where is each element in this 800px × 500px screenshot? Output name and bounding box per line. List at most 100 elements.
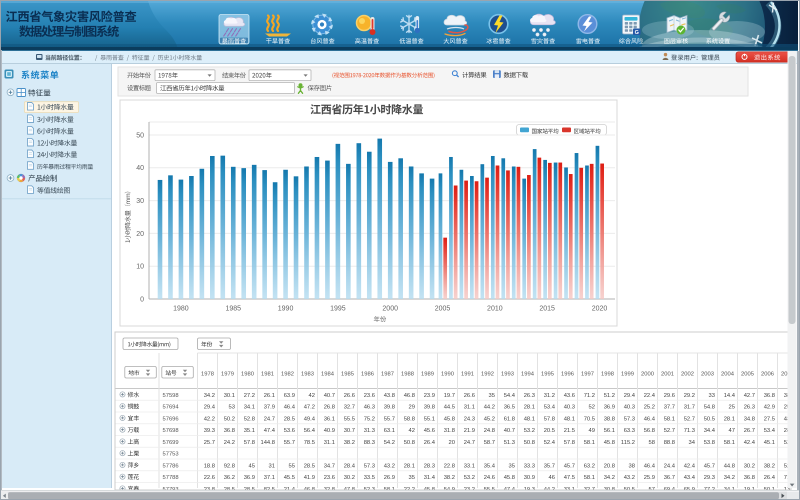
svg-text:24.7: 24.7 xyxy=(464,440,475,446)
svg-text:34.2: 34.2 xyxy=(204,393,215,399)
svg-text:26.1: 26.1 xyxy=(264,393,275,399)
svg-text:1991: 1991 xyxy=(461,372,474,378)
svg-text:29: 29 xyxy=(409,405,415,411)
svg-text:22.8: 22.8 xyxy=(444,463,455,469)
svg-text:46.3: 46.3 xyxy=(364,405,375,411)
svg-text:45: 45 xyxy=(249,463,255,469)
svg-text:36.9: 36.9 xyxy=(604,405,615,411)
svg-text:34.4: 34.4 xyxy=(704,428,716,434)
svg-text:61.8: 61.8 xyxy=(504,416,515,422)
svg-text:24.6: 24.6 xyxy=(484,475,495,481)
svg-text:55.1: 55.1 xyxy=(424,416,435,422)
svg-text:26.8: 26.8 xyxy=(324,405,335,411)
svg-text:26.6: 26.6 xyxy=(344,393,355,399)
svg-text:38.2: 38.2 xyxy=(764,463,775,469)
svg-text:1980: 1980 xyxy=(173,306,189,313)
svg-text:42.4: 42.4 xyxy=(684,463,696,469)
svg-text:45.8: 45.8 xyxy=(604,440,615,446)
svg-text:27.5: 27.5 xyxy=(764,416,775,422)
svg-text:G: G xyxy=(635,30,639,36)
svg-text:36.8: 36.8 xyxy=(764,393,775,399)
svg-text:53.6: 53.6 xyxy=(284,428,295,434)
svg-text:78.5: 78.5 xyxy=(304,440,315,446)
svg-text:45.7: 45.7 xyxy=(704,463,715,469)
svg-text:57698: 57698 xyxy=(163,428,179,434)
svg-text:1984: 1984 xyxy=(321,372,335,378)
svg-text:50.8: 50.8 xyxy=(404,440,415,446)
svg-text:144.8: 144.8 xyxy=(260,440,275,446)
svg-text:35.7: 35.7 xyxy=(544,463,555,469)
svg-text:31.4: 31.4 xyxy=(424,475,436,481)
svg-text:30.7: 30.7 xyxy=(344,428,355,434)
svg-text:26.7: 26.7 xyxy=(744,428,755,434)
svg-text:58.1: 58.1 xyxy=(584,475,595,481)
svg-text:25: 25 xyxy=(729,405,735,411)
svg-text:1994: 1994 xyxy=(521,372,535,378)
svg-text:23.9: 23.9 xyxy=(424,393,435,399)
svg-text:49: 49 xyxy=(589,428,595,434)
svg-text:21.9: 21.9 xyxy=(464,428,475,434)
svg-text:43.2: 43.2 xyxy=(384,463,395,469)
svg-text:63.2: 63.2 xyxy=(584,463,595,469)
svg-text:28.4: 28.4 xyxy=(344,463,356,469)
svg-text:27.2: 27.2 xyxy=(244,393,255,399)
svg-text:28.5: 28.5 xyxy=(304,463,315,469)
svg-text:21.5: 21.5 xyxy=(564,428,575,434)
svg-text:25.9: 25.9 xyxy=(644,475,655,481)
svg-text:1983: 1983 xyxy=(301,372,314,378)
svg-text:43.4: 43.4 xyxy=(684,475,696,481)
svg-text:47.2: 47.2 xyxy=(304,405,315,411)
svg-text:39.8: 39.8 xyxy=(384,405,395,411)
svg-text:71.3: 71.3 xyxy=(684,428,695,434)
svg-text:2000: 2000 xyxy=(641,372,654,378)
svg-text:44.5: 44.5 xyxy=(444,405,455,411)
svg-text:23.6: 23.6 xyxy=(324,475,335,481)
svg-text:22.4: 22.4 xyxy=(644,393,656,399)
svg-text:36.2: 36.2 xyxy=(224,475,235,481)
svg-text:26.4: 26.4 xyxy=(424,440,436,446)
svg-text:34.7: 34.7 xyxy=(324,463,335,469)
svg-text:35: 35 xyxy=(509,463,515,469)
svg-text:30.2: 30.2 xyxy=(744,463,755,469)
svg-text:1985: 1985 xyxy=(341,372,354,378)
svg-text:1986: 1986 xyxy=(361,372,374,378)
svg-text:1979: 1979 xyxy=(221,372,234,378)
svg-text:42.7: 42.7 xyxy=(744,393,755,399)
svg-text:1990: 1990 xyxy=(441,372,454,378)
svg-text:31.8: 31.8 xyxy=(444,428,455,434)
svg-text:31.1: 31.1 xyxy=(324,440,335,446)
svg-text:63.1: 63.1 xyxy=(384,428,395,434)
svg-text:57.3: 57.3 xyxy=(364,463,375,469)
svg-text:28.1: 28.1 xyxy=(404,463,415,469)
svg-text:37.7: 37.7 xyxy=(664,405,675,411)
svg-text:45.2: 45.2 xyxy=(484,416,495,422)
svg-text:50: 50 xyxy=(136,132,144,139)
svg-text:20: 20 xyxy=(136,231,144,238)
svg-text:1998: 1998 xyxy=(601,372,614,378)
svg-text:50.2: 50.2 xyxy=(224,416,235,422)
svg-text:57.8: 57.8 xyxy=(564,440,575,446)
svg-text:22.6: 22.6 xyxy=(204,475,215,481)
svg-text:45.1: 45.1 xyxy=(764,440,775,446)
svg-text:70.5: 70.5 xyxy=(584,416,595,422)
svg-text:1992: 1992 xyxy=(481,372,494,378)
svg-text:52.7: 52.7 xyxy=(664,428,675,434)
svg-text:33.3: 33.3 xyxy=(524,463,535,469)
svg-text:57598: 57598 xyxy=(163,393,179,399)
svg-text:20: 20 xyxy=(449,440,455,446)
svg-text:40.3: 40.3 xyxy=(624,405,635,411)
svg-text:1995: 1995 xyxy=(541,372,554,378)
svg-text:38.2: 38.2 xyxy=(344,440,355,446)
svg-text:43.2: 43.2 xyxy=(624,475,635,481)
svg-text:1990: 1990 xyxy=(278,306,294,313)
svg-text:1978: 1978 xyxy=(201,372,214,378)
svg-text:55: 55 xyxy=(289,463,295,469)
svg-text:39.8: 39.8 xyxy=(424,405,435,411)
svg-text:45.6: 45.6 xyxy=(424,428,435,434)
svg-text:33: 33 xyxy=(709,393,715,399)
svg-text:30: 30 xyxy=(136,198,144,205)
svg-text:51.3: 51.3 xyxy=(504,440,515,446)
svg-text:1996: 1996 xyxy=(561,372,574,378)
svg-text:71.2: 71.2 xyxy=(584,393,595,399)
svg-text:55.7: 55.7 xyxy=(384,416,395,422)
